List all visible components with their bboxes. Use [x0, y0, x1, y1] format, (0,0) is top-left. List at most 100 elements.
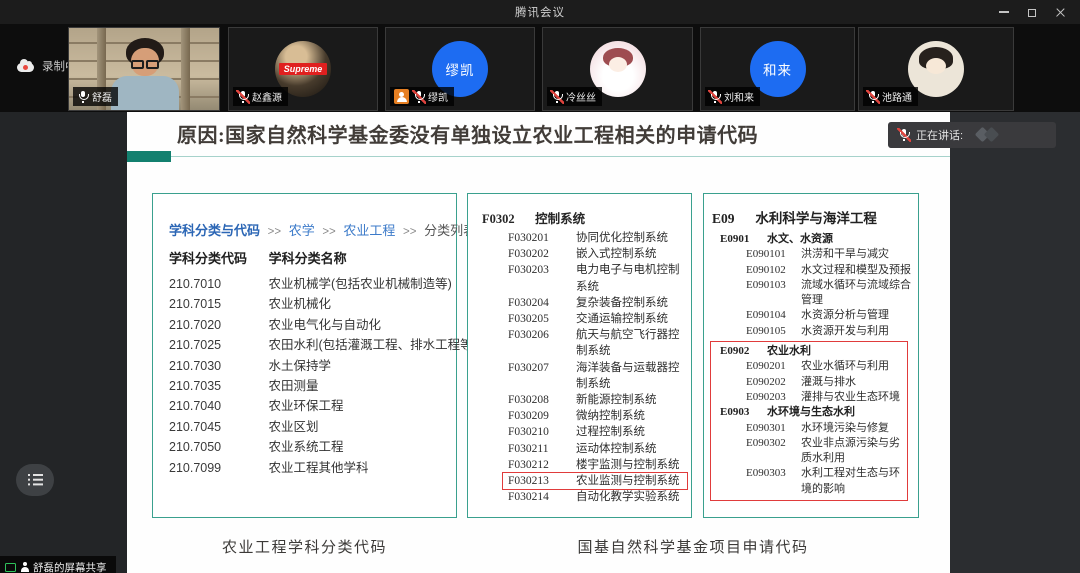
breadcrumb: 学科分类与代码 >> 农学 >> 农业工程 >> 分类列表: [169, 220, 456, 239]
row-code: E0902: [720, 344, 767, 359]
row-code: F030207: [508, 360, 576, 392]
close-button[interactable]: [1046, 0, 1074, 24]
table-row: 210.7035 农田测量: [169, 375, 456, 395]
participant-tile-liuhelai[interactable]: 和来 刘和来: [700, 27, 855, 111]
row-name: 水资源开发与利用: [801, 324, 911, 339]
participant-tile-zhaoxinyuan[interactable]: Supreme 赵鑫源: [228, 27, 378, 111]
row-code: F030213: [508, 473, 576, 489]
row-code: E090103: [746, 278, 801, 309]
table-body: 210.7010 农业机械学(包括农业机械制造等) 210.7015 农业机械化…: [153, 273, 456, 477]
row-code: F030212: [508, 457, 576, 473]
table-row: 210.7045 农业区划: [169, 416, 456, 436]
row-name: 农业区划: [268, 420, 318, 434]
shared-screen: 原因:国家自然科学基金委没有单独设立农业工程相关的申请代码 学科分类与代码 >>…: [127, 112, 950, 573]
row-name: 海洋装备与运载器控制系统: [576, 360, 684, 392]
participant-name-tag: 冷丝丝: [547, 87, 602, 106]
code-row: E090202 灌溉与排水: [746, 375, 907, 390]
screen-share-icon: [5, 563, 16, 572]
row-name: 洪涝和干旱与减灾: [801, 247, 911, 262]
breadcrumb-root[interactable]: 学科分类与代码: [169, 223, 260, 238]
participant-name-tag: 赵鑫源: [233, 87, 288, 106]
table-body-highlighted: E0902 农业水利 E090201 农业水循环与利用 E090202: [711, 344, 907, 497]
participant-name-tag: 刘和来: [705, 87, 760, 106]
row-code: F030210: [508, 424, 576, 440]
row-code: E0901: [720, 232, 767, 247]
row-name: 水文过程和模型及预报: [801, 263, 911, 278]
host-badge-icon: [394, 89, 409, 104]
table-row: 210.7050 农业系统工程: [169, 436, 456, 456]
row-code: E090105: [746, 324, 801, 339]
avatar-initials: 和来: [763, 59, 792, 79]
minimize-icon: [999, 11, 1009, 13]
nsfc-f-code-table: F0302 控制系统 F030201 协同优化控制系统 F030202 嵌入式控…: [467, 193, 692, 518]
participant-tile-chilutong[interactable]: 池路通: [858, 27, 1014, 111]
code-row: E090303 水利工程对生态与环境的影响: [746, 466, 907, 497]
restore-button[interactable]: [1018, 0, 1046, 24]
row-name: 农业水利: [767, 344, 867, 359]
row-name: 农业电气化与自动化: [268, 318, 381, 332]
participant-tile-miaokai[interactable]: 缪凯 缪凯: [385, 27, 535, 111]
row-code: F030202: [508, 246, 576, 262]
code-row: F030204 复杂装备控制系统: [508, 295, 684, 311]
row-name: 电力电子与电机控制系统: [576, 262, 684, 294]
code-row: E090302 农业非点源污染与劣质水利用: [746, 436, 907, 467]
row-code: 210.7050: [169, 440, 265, 454]
row-name: 微纳控制系统: [576, 408, 684, 424]
participant-name: 舒磊: [92, 89, 112, 104]
breadcrumb-separator: >>: [403, 226, 416, 238]
code-row: F030214 自动化教学实验系统: [508, 489, 684, 505]
row-code: E090102: [746, 263, 801, 278]
table-row: 210.7010 农业机械学(包括农业机械制造等): [169, 273, 456, 293]
row-name: 水利工程对生态与环境的影响: [801, 466, 901, 497]
code-row: E090104 水资源分析与管理: [746, 308, 918, 323]
table-row: 210.7015 农业机械化: [169, 293, 456, 313]
participant-tile-lengsisi[interactable]: 冷丝丝: [542, 27, 693, 111]
row-name: 农业系统工程: [268, 440, 343, 454]
row-code: E090301: [746, 421, 801, 436]
code-row: E090201 农业水循环与利用: [746, 359, 907, 374]
main-area: 原因:国家自然科学基金委没有单独设立农业工程相关的申请代码 学科分类与代码 >>…: [0, 112, 1080, 573]
window-controls: [990, 0, 1074, 24]
participant-tile-shulei[interactable]: 舒磊: [68, 27, 220, 111]
row-code: F030206: [508, 327, 576, 359]
breadcrumb-level2[interactable]: 农业工程: [343, 223, 395, 238]
row-code: 210.7010: [169, 277, 265, 291]
code-row: E090101 洪涝和干旱与减灾: [746, 247, 918, 262]
row-code: 210.7045: [169, 420, 265, 434]
row-name: 农业非点源污染与劣质水利用: [801, 436, 901, 467]
code-row: E0901 水文、水资源: [720, 232, 918, 247]
meeting-window: 腾讯会议 录制中 舒磊: [0, 0, 1080, 573]
breadcrumb-level1[interactable]: 农学: [289, 223, 315, 238]
close-icon: [1055, 7, 1066, 18]
row-name: 农业水循环与利用: [801, 359, 901, 374]
participant-name: 刘和来: [724, 89, 754, 104]
code-row: F030202 嵌入式控制系统: [508, 246, 684, 262]
row-name: 农业工程其他学科: [268, 461, 368, 475]
presenter-icon: [20, 562, 29, 572]
title-divider: [127, 156, 950, 157]
code-row: F030208 新能源控制系统: [508, 392, 684, 408]
window-titlebar: 腾讯会议: [0, 0, 1080, 24]
table-row: 210.7030 水土保持学: [169, 355, 456, 375]
mic-muted-icon: [551, 91, 562, 103]
row-name: 水资源分析与管理: [801, 308, 911, 323]
participant-name-tag: 缪凯: [390, 87, 454, 106]
minimize-button[interactable]: [990, 0, 1018, 24]
participant-name-tag: 池路通: [863, 87, 918, 106]
row-name: 灌溉与排水: [801, 375, 901, 390]
row-name: 协同优化控制系统: [576, 230, 684, 246]
code-row: F030211 运动体控制系统: [508, 441, 684, 457]
group-code: E09: [712, 211, 752, 227]
table-row: 210.7040 农业环保工程: [169, 395, 456, 415]
code-row: F030205 交通运输控制系统: [508, 311, 684, 327]
row-code: E090203: [746, 390, 801, 405]
left-table-caption: 农业工程学科分类代码: [152, 536, 457, 557]
mic-muted-icon: [413, 91, 424, 103]
participant-name-tag: 舒磊: [73, 87, 118, 106]
list-view-button[interactable]: [16, 464, 54, 496]
row-code: E090303: [746, 466, 801, 497]
code-row: E0903 水环境与生态水利: [720, 405, 907, 420]
participant-name: 冷丝丝: [566, 89, 596, 104]
group-name: 控制系统: [535, 212, 585, 226]
code-row: F030212 楼宇监测与控制系统: [508, 457, 684, 473]
